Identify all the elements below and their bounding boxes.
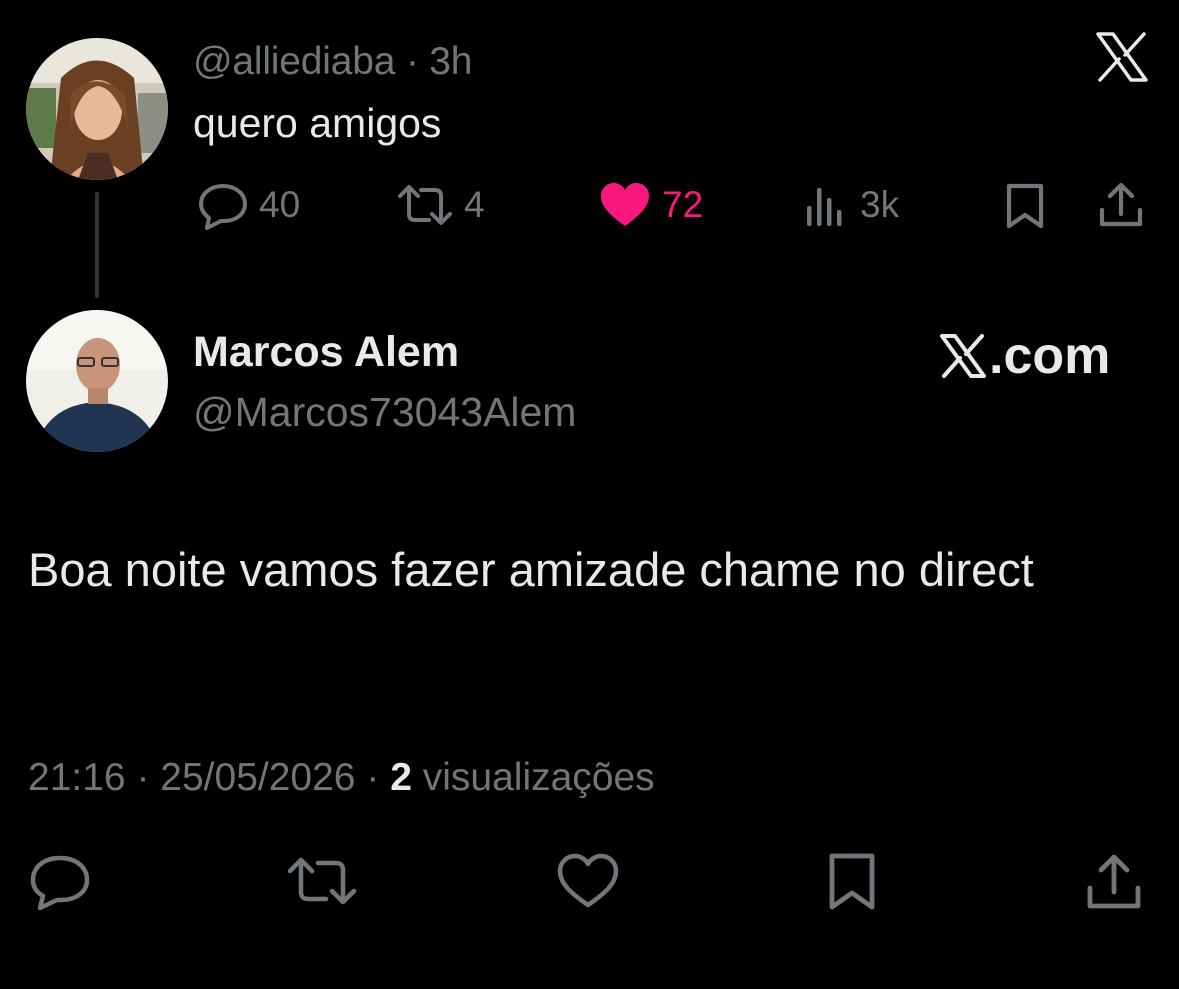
- views-button[interactable]: 3k: [804, 180, 899, 230]
- post-date: 25/05/2026: [160, 756, 356, 799]
- share-button[interactable]: [1086, 852, 1142, 912]
- like-button[interactable]: 72: [598, 180, 703, 230]
- share-button[interactable]: [1098, 180, 1144, 230]
- post-header: @alliediaba · 3h: [193, 40, 472, 84]
- views-icon: [804, 180, 850, 230]
- bookmark-icon: [1003, 182, 1047, 230]
- author-handle[interactable]: @alliediaba: [193, 40, 395, 83]
- repost-button[interactable]: [286, 852, 358, 910]
- repost-button[interactable]: 4: [396, 180, 485, 230]
- repost-icon: [396, 180, 454, 230]
- bookmark-icon: [826, 852, 878, 912]
- author-handle[interactable]: @Marcos73043Alem: [193, 389, 576, 436]
- bookmark-button[interactable]: [1003, 182, 1047, 230]
- reply-text: Boa noite vamos fazer amizade chame no d…: [28, 543, 1034, 596]
- reply-button[interactable]: [29, 852, 91, 910]
- views-label[interactable]: visualizações: [423, 756, 655, 799]
- post-time: 21:16: [28, 756, 126, 799]
- reply-button[interactable]: 40: [197, 180, 300, 230]
- avatar-alliediaba[interactable]: [26, 38, 168, 180]
- x-logo-icon: [1096, 32, 1148, 82]
- watermark-text: .com: [989, 327, 1111, 385]
- post-time[interactable]: 3h: [429, 40, 472, 83]
- reply-count: 40: [259, 184, 301, 225]
- share-icon: [1098, 180, 1144, 230]
- separator-dot: ·: [366, 756, 380, 799]
- heart-outline-icon: [556, 852, 620, 910]
- avatar-marcos[interactable]: [26, 310, 168, 452]
- post-meta: 21:16 · 25/05/2026 · 2 visualizações: [28, 756, 655, 800]
- post-text: quero amigos: [193, 100, 442, 146]
- reply-icon: [197, 180, 249, 230]
- repost-icon: [286, 852, 358, 910]
- bookmark-button[interactable]: [826, 852, 878, 912]
- like-button[interactable]: [556, 852, 620, 910]
- separator-dot: ·: [405, 40, 419, 83]
- like-count: 72: [662, 184, 704, 225]
- repost-count: 4: [464, 184, 485, 225]
- x-logo-icon: [940, 334, 989, 378]
- share-icon: [1086, 852, 1142, 912]
- views-count[interactable]: 2: [390, 756, 412, 799]
- separator-dot: ·: [136, 756, 150, 799]
- display-name[interactable]: Marcos Alem: [193, 328, 459, 377]
- heart-filled-icon: [598, 180, 652, 230]
- x-com-watermark: .com: [940, 326, 1110, 386]
- views-count: 3k: [860, 184, 900, 225]
- reply-icon: [29, 852, 91, 910]
- thread-connector-line: [95, 192, 99, 298]
